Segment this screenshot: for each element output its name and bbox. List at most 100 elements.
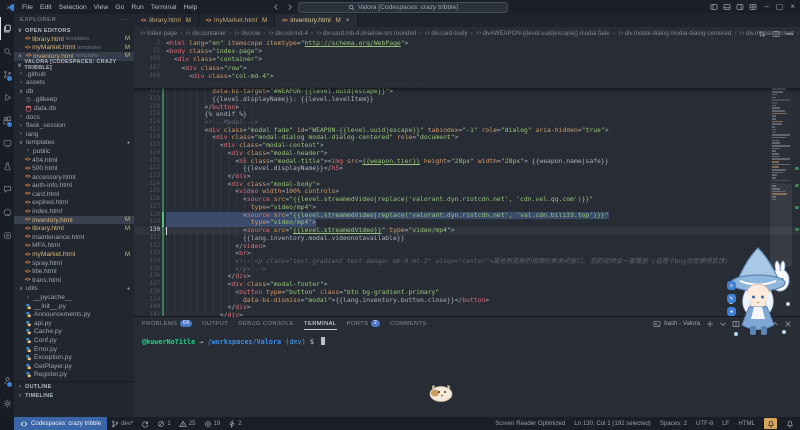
tree-item-flask-session[interactable]: › flask_session [14, 121, 134, 130]
sticky-line[interactable]: 100 <div class="container"> [134, 55, 800, 63]
tree-item-mfa-html[interactable]: <> MFA.html [14, 242, 134, 251]
tree-item---pycache--[interactable]: › __pycache__ [14, 293, 134, 302]
tab-library-html[interactable]: <> library.html M [134, 14, 199, 27]
tree-item-title-html[interactable]: <> title.html [14, 267, 134, 276]
explorer-more-actions[interactable]: ··· [120, 17, 128, 23]
live-share-icon[interactable] [0, 224, 14, 247]
tree-item--gitkeep[interactable]: .gitkeep [14, 96, 134, 105]
status-sync[interactable] [137, 420, 153, 428]
sticky-line[interactable]: 12 <body class="index-page"> [134, 47, 800, 55]
status-item[interactable]: UTF-8 [696, 420, 713, 427]
open-editors-header[interactable]: ∨ OPEN EDITORS [14, 26, 134, 35]
status-item[interactable]: HTML [738, 420, 755, 427]
breadcrumb-item[interactable]: div.modal-dialog.modal-dialog-centered [618, 30, 731, 37]
search-icon[interactable] [0, 40, 14, 63]
tree-item-404-html[interactable]: <> 404.html [14, 156, 134, 165]
tree-item-accessory-html[interactable]: <> accessory.html [14, 173, 134, 182]
status-zap[interactable]: 2 [224, 419, 245, 428]
status-item[interactable]: Spaces: 2 [660, 420, 687, 427]
terminal[interactable]: @kuwerNoTitle → /workspaces/Valora (dev)… [134, 330, 800, 346]
breadcrumb-item[interactable]: div.card.mb-4.shadow-sm.rounded [316, 30, 416, 37]
timeline-section[interactable]: › TIMELINE [14, 391, 134, 400]
menu-go[interactable]: Go [115, 4, 124, 11]
trash-icon[interactable] [745, 320, 753, 328]
tab-myMarket-html[interactable]: <> myMarket.html M [198, 14, 276, 27]
split-terminal-icon[interactable] [732, 320, 740, 328]
bell-icon[interactable] [786, 420, 794, 428]
floating-button[interactable]: ● [727, 307, 736, 316]
menu-run[interactable]: Run [131, 4, 143, 11]
tree-item-spray-html[interactable]: <> spray.html [14, 259, 134, 268]
status-branch[interactable]: dev* [107, 420, 137, 428]
tree-item-register-py[interactable]: Register.py [14, 371, 134, 380]
sticky-line[interactable]: 107 <div class="row"> [134, 64, 800, 72]
status-item[interactable]: Ln 130, Col 1 (192 selected) [574, 420, 651, 427]
close-icon[interactable] [784, 320, 792, 328]
tree-item-lang[interactable]: › lang [14, 130, 134, 139]
menu-selection[interactable]: Selection [59, 4, 87, 11]
outline-section[interactable]: › OUTLINE [14, 381, 134, 391]
more-icon[interactable] [758, 320, 766, 328]
source-control-icon[interactable] [0, 63, 14, 86]
chevron-up-icon[interactable] [771, 320, 779, 328]
remote-indicator[interactable]: Codespaces: crazy tribble [14, 417, 108, 430]
panel-tab-ports[interactable]: PORTS 2 [347, 317, 380, 330]
open-changes-icon[interactable] [758, 30, 766, 38]
remote-explorer-icon[interactable] [0, 132, 14, 155]
tree-item-error-py[interactable]: Error.py [14, 345, 134, 354]
breadcrumb-item[interactable]: div#WEAPON-{{level.uuid|escape}}.modal.f… [476, 30, 610, 37]
open-editor-item[interactable]: <> myMarket.html templates M [14, 44, 134, 53]
status-item[interactable]: Screen Reader Optimized [495, 420, 565, 427]
breadcrumb-item[interactable]: div.col-md-4 [268, 30, 308, 37]
account-icon[interactable] [0, 369, 14, 392]
close-tab-icon[interactable]: × [346, 17, 350, 24]
panel-tab-debug-console[interactable]: DEBUG CONSOLE [238, 317, 294, 330]
tree-item-announcements-py[interactable]: Announcements.py [14, 310, 134, 319]
tree-item-inventory-html[interactable]: <> inventory.html M [14, 215, 134, 225]
panel-tab-comments[interactable]: COMMENTS [390, 317, 427, 330]
open-editor-item[interactable]: <> library.html templates M [14, 35, 134, 44]
breadcrumb[interactable]: index-page › div.container › div.row › div.col… [134, 27, 800, 39]
status-item[interactable]: LF [722, 420, 729, 427]
tree-item-mymarket-html[interactable]: <> myMarket.html M [14, 250, 134, 259]
tree-item-utils[interactable]: ∨ utils ● [14, 285, 134, 294]
tree-item-api-py[interactable]: api.py [14, 319, 134, 328]
extensions-icon[interactable] [0, 109, 14, 132]
tree-item-trans-html[interactable]: <> trans.html [14, 276, 134, 285]
status-error[interactable]: 1 [153, 420, 174, 428]
floating-button[interactable]: ≡ [727, 281, 736, 290]
panel-tab-terminal[interactable]: TERMINAL [304, 317, 337, 330]
back-icon[interactable] [272, 3, 280, 11]
tree-item---init---py[interactable]: __init__.py [14, 302, 134, 311]
bell-badge-icon[interactable] [764, 418, 777, 429]
status-record[interactable]: 19 [200, 420, 225, 428]
menu-edit[interactable]: Edit [40, 4, 52, 11]
minimize-button[interactable]: – [764, 0, 768, 14]
tree-item-templates[interactable]: ∨ templates ● [14, 139, 134, 148]
sticky-line[interactable]: 2 <html lang="en" itemscope itemtype="htt… [134, 39, 800, 47]
settings-gear-icon[interactable] [0, 392, 14, 415]
status-warning[interactable]: 25 [175, 420, 200, 428]
comments-icon[interactable] [0, 178, 14, 201]
chevron-down-icon[interactable] [719, 320, 727, 328]
beaker-icon[interactable] [0, 155, 14, 178]
breadcrumb-item[interactable]: div.card-body [424, 30, 468, 37]
sticky-line[interactable]: 108 <div class="col-md-4"> [134, 72, 800, 80]
forward-icon[interactable] [286, 3, 294, 11]
tree-item-public[interactable]: › public [14, 147, 134, 156]
tree-item-500-html[interactable]: <> 500.html [14, 164, 134, 173]
breadcrumb-item[interactable]: div.row [234, 30, 260, 37]
debug-icon[interactable] [0, 86, 14, 109]
menu-terminal[interactable]: Terminal [151, 4, 177, 11]
tree-item-getplayer-py[interactable]: GetPlayer.py [14, 362, 134, 371]
panel-tab-output[interactable]: OUTPUT [202, 317, 228, 330]
menu-help[interactable]: Help [183, 4, 197, 11]
tree-item-expired-html[interactable]: <> expired.html [14, 199, 134, 208]
menu-file[interactable]: File [22, 4, 33, 11]
github-icon[interactable] [0, 201, 14, 224]
breadcrumb-item[interactable]: index-page [140, 30, 177, 37]
menu-view[interactable]: View [94, 4, 109, 11]
floating-button[interactable]: ✎ [727, 294, 736, 303]
tree-item-exception-py[interactable]: Exception.py [14, 353, 134, 362]
close-window-button[interactable]: × [790, 0, 795, 14]
